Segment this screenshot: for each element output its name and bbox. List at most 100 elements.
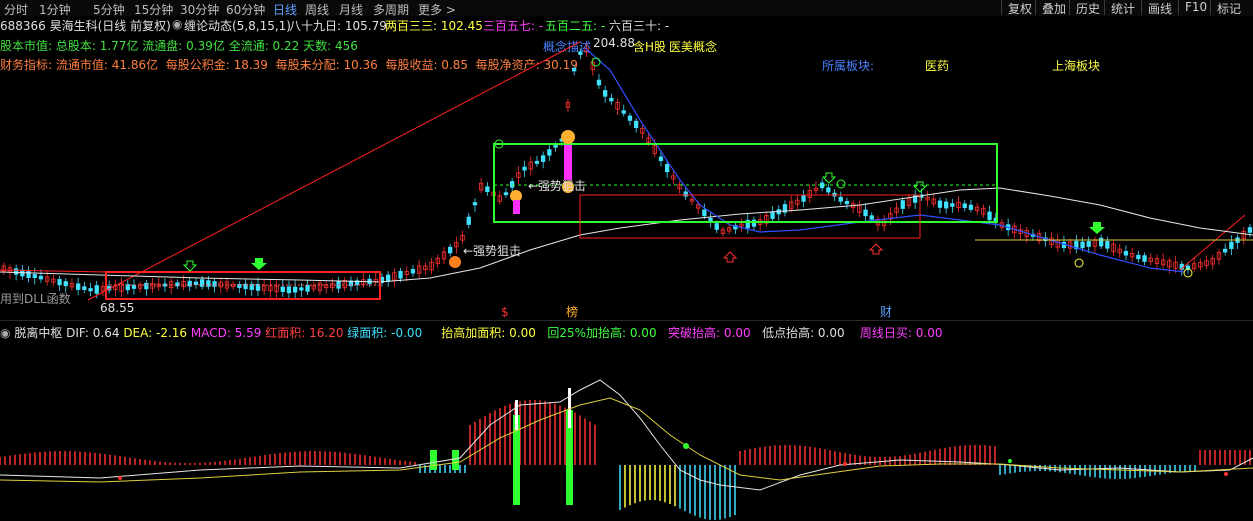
macd-white-bar bbox=[515, 400, 518, 430]
candle bbox=[838, 196, 843, 202]
pullback-raise-value: 回25%加抬高: 0.00 bbox=[547, 326, 657, 340]
candle bbox=[509, 181, 515, 188]
dif-line bbox=[0, 379, 1253, 491]
candle bbox=[299, 287, 304, 291]
candle bbox=[578, 51, 583, 55]
candle bbox=[634, 120, 639, 128]
candle bbox=[144, 282, 149, 290]
candle bbox=[627, 115, 633, 121]
macd-chart[interactable] bbox=[0, 340, 1253, 521]
macd-indicator-name[interactable]: 脱离中枢 bbox=[14, 326, 62, 340]
candle bbox=[950, 203, 955, 207]
pivot-box-inner bbox=[579, 194, 921, 239]
candle bbox=[553, 144, 558, 148]
candle bbox=[485, 186, 490, 192]
dea-value: DEA: -2.16 bbox=[123, 326, 188, 340]
raise-area-value: 抬高加面积: 0.00 bbox=[441, 326, 536, 340]
candle bbox=[522, 166, 527, 171]
low-price-label: 68.55 bbox=[100, 301, 134, 315]
strong-sniper-label-1: ←强势狙击 bbox=[463, 244, 521, 258]
panel-toggle-icon[interactable]: ◉ bbox=[0, 326, 10, 340]
candle bbox=[968, 204, 974, 210]
macd-strong-bar bbox=[452, 450, 459, 470]
strong-sniper-label-2: ←强势狙击 bbox=[528, 179, 586, 193]
signal-dot bbox=[843, 462, 847, 466]
signal-dot bbox=[1008, 459, 1012, 463]
macd-histogram bbox=[0, 388, 1251, 520]
candle bbox=[1223, 248, 1228, 253]
candle bbox=[665, 164, 670, 173]
green-area-value: 绿面积: -0.00 bbox=[347, 326, 423, 340]
candle bbox=[292, 286, 298, 293]
candle bbox=[609, 97, 614, 102]
candle bbox=[534, 160, 540, 164]
candle bbox=[1136, 254, 1141, 260]
candle bbox=[944, 201, 949, 209]
buy-arrow-icon bbox=[251, 258, 267, 270]
candle bbox=[1080, 241, 1085, 249]
breakout-raise-value: 突破抬高: 0.00 bbox=[668, 326, 751, 340]
candle bbox=[212, 281, 217, 287]
candle bbox=[131, 284, 137, 289]
candle bbox=[410, 269, 416, 274]
price-chart[interactable]: ←强势狙击 ←强势狙击 68.55 用到DLL函数 $ 榜 财 bbox=[0, 0, 1253, 320]
ma-white-line bbox=[0, 187, 1253, 283]
macd-strong-bar bbox=[430, 450, 437, 470]
candle bbox=[987, 211, 992, 221]
candle bbox=[466, 216, 471, 225]
candle bbox=[38, 275, 44, 280]
candle bbox=[305, 284, 310, 292]
candle bbox=[547, 149, 552, 156]
candle bbox=[280, 286, 285, 293]
candle bbox=[13, 268, 19, 275]
candle bbox=[702, 209, 707, 217]
candle bbox=[801, 195, 806, 202]
dll-note: 用到DLL函数 bbox=[0, 291, 71, 306]
candle bbox=[708, 217, 713, 222]
candle bbox=[937, 200, 943, 208]
buy-arrow-icon bbox=[1089, 222, 1105, 234]
signal-dot bbox=[118, 476, 122, 480]
candle bbox=[844, 200, 850, 205]
macd-white-bar bbox=[568, 388, 571, 428]
candle bbox=[826, 187, 831, 193]
low-raise-value: 低点抬高: 0.00 bbox=[762, 326, 845, 340]
candle bbox=[76, 283, 81, 290]
candle bbox=[447, 246, 453, 254]
candle bbox=[385, 274, 391, 282]
candle bbox=[1105, 241, 1110, 249]
candle bbox=[1086, 241, 1091, 247]
signal-cai: 财 bbox=[880, 305, 892, 319]
candle bbox=[962, 203, 967, 209]
candle bbox=[1123, 251, 1129, 256]
candle bbox=[572, 68, 577, 72]
candle bbox=[751, 219, 757, 227]
signal-dot bbox=[1224, 472, 1228, 476]
signal-bang: 榜 bbox=[566, 304, 578, 319]
candle bbox=[900, 200, 905, 209]
candle bbox=[863, 209, 868, 217]
candle bbox=[32, 274, 37, 278]
candle bbox=[398, 270, 403, 279]
candle bbox=[621, 110, 626, 114]
weekly-buy-value: 周线日买: 0.00 bbox=[859, 326, 943, 340]
sell-arrow-icon bbox=[722, 243, 884, 263]
trend-line-red bbox=[87, 41, 581, 301]
macd-value: MACD: 5.59 bbox=[190, 326, 262, 340]
candle bbox=[869, 215, 874, 220]
candle bbox=[770, 212, 775, 219]
candle bbox=[1099, 237, 1104, 247]
strong-bar bbox=[513, 200, 520, 214]
candle bbox=[286, 286, 292, 294]
candle bbox=[658, 156, 664, 162]
candle bbox=[88, 288, 93, 292]
candle bbox=[193, 281, 199, 285]
candle bbox=[94, 285, 99, 294]
candle bbox=[63, 281, 68, 287]
panel-divider bbox=[0, 320, 1253, 321]
candle bbox=[82, 286, 87, 290]
dif-value: DIF: 0.64 bbox=[66, 326, 120, 340]
candle bbox=[1247, 227, 1253, 233]
candle bbox=[1229, 241, 1234, 249]
candle bbox=[1142, 255, 1147, 262]
